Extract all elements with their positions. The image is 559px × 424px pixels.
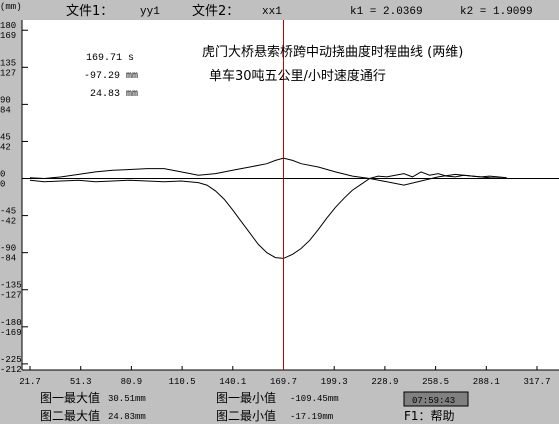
x-tick-label: 288.1 — [473, 377, 500, 387]
y-tick-label-secondary: -212 — [0, 365, 22, 375]
x-tick-label: 258.5 — [422, 377, 449, 387]
y-tick-label: -45 — [0, 207, 16, 217]
max1-label: 图一最大值 — [40, 390, 100, 405]
cursor-value1-readout: -97.29 mm — [84, 71, 138, 82]
y-unit-label: (mm) — [0, 2, 22, 12]
y-tick-label: -225 — [0, 355, 22, 365]
max2-label: 图二最大值 — [40, 408, 100, 423]
y-tick-label-secondary: 84 — [0, 105, 11, 115]
file2-value: xx1 — [262, 6, 282, 18]
y-tick-label: -90 — [0, 244, 16, 254]
y-tick-label: 0 — [0, 170, 5, 180]
y-tick-label-secondary: 169 — [0, 31, 16, 41]
chart-subtitle: 单车30吨五公里/小时速度通行 — [209, 68, 386, 84]
x-tick-label: 51.3 — [70, 377, 92, 387]
y-tick-label-secondary: -84 — [0, 254, 16, 264]
x-tick-label: 317.7 — [523, 377, 550, 387]
max1-value: 30.51mm — [108, 394, 146, 404]
min1-label: 图一最小值 — [216, 390, 276, 405]
min2-label: 图二最小值 — [216, 408, 276, 423]
y-tick-label: 135 — [0, 58, 16, 68]
oscilloscope-window: 文件1： yy1 文件2： xx1 k1 = 2.0369 k2 = 1.909… — [0, 0, 559, 423]
file2-label: 文件2： — [192, 4, 239, 19]
x-tick-label: 140.1 — [219, 377, 246, 387]
max2-value: 24.83mm — [108, 412, 146, 422]
y-tick-label-secondary: -169 — [0, 328, 22, 338]
x-tick-label: 110.5 — [169, 377, 196, 387]
y-tick-label: 45 — [0, 132, 11, 142]
y-tick-label-secondary: -127 — [0, 291, 22, 301]
k1-readout: k1 = 2.0369 — [350, 6, 423, 18]
x-tick-label: 21.7 — [19, 377, 41, 387]
x-tick-label: 169.7 — [270, 377, 297, 387]
y-tick-label: -180 — [0, 318, 22, 328]
file1-value: yy1 — [140, 6, 160, 18]
y-tick-label-secondary: 42 — [0, 142, 11, 152]
min1-value: -109.45mm — [290, 394, 339, 404]
x-tick-label: 80.9 — [121, 377, 143, 387]
chart-title: 虎门大桥悬索桥跨中动挠曲度时程曲线 (两维) — [202, 44, 463, 60]
cursor-value2-readout: 24.83 mm — [90, 89, 138, 100]
y-tick-label-secondary: 0 — [0, 180, 5, 190]
y-tick-label: -135 — [0, 281, 22, 291]
clock-readout: 07:59:43 — [412, 396, 455, 406]
x-tick-label: 199.3 — [321, 377, 348, 387]
x-tick-label: 228.9 — [371, 377, 398, 387]
y-tick-label: 180 — [0, 21, 16, 31]
k2-readout: k2 = 1.9099 — [460, 6, 533, 18]
y-tick-label: 90 — [0, 95, 11, 105]
cursor-time-readout: 169.71 s — [86, 53, 134, 64]
y-tick-label-secondary: 127 — [0, 68, 16, 78]
file1-label: 文件1： — [66, 4, 113, 19]
min2-value: -17.19mm — [290, 412, 333, 422]
help-hint[interactable]: F1：帮助 — [404, 409, 455, 423]
y-tick-label-secondary: -42 — [0, 217, 16, 227]
